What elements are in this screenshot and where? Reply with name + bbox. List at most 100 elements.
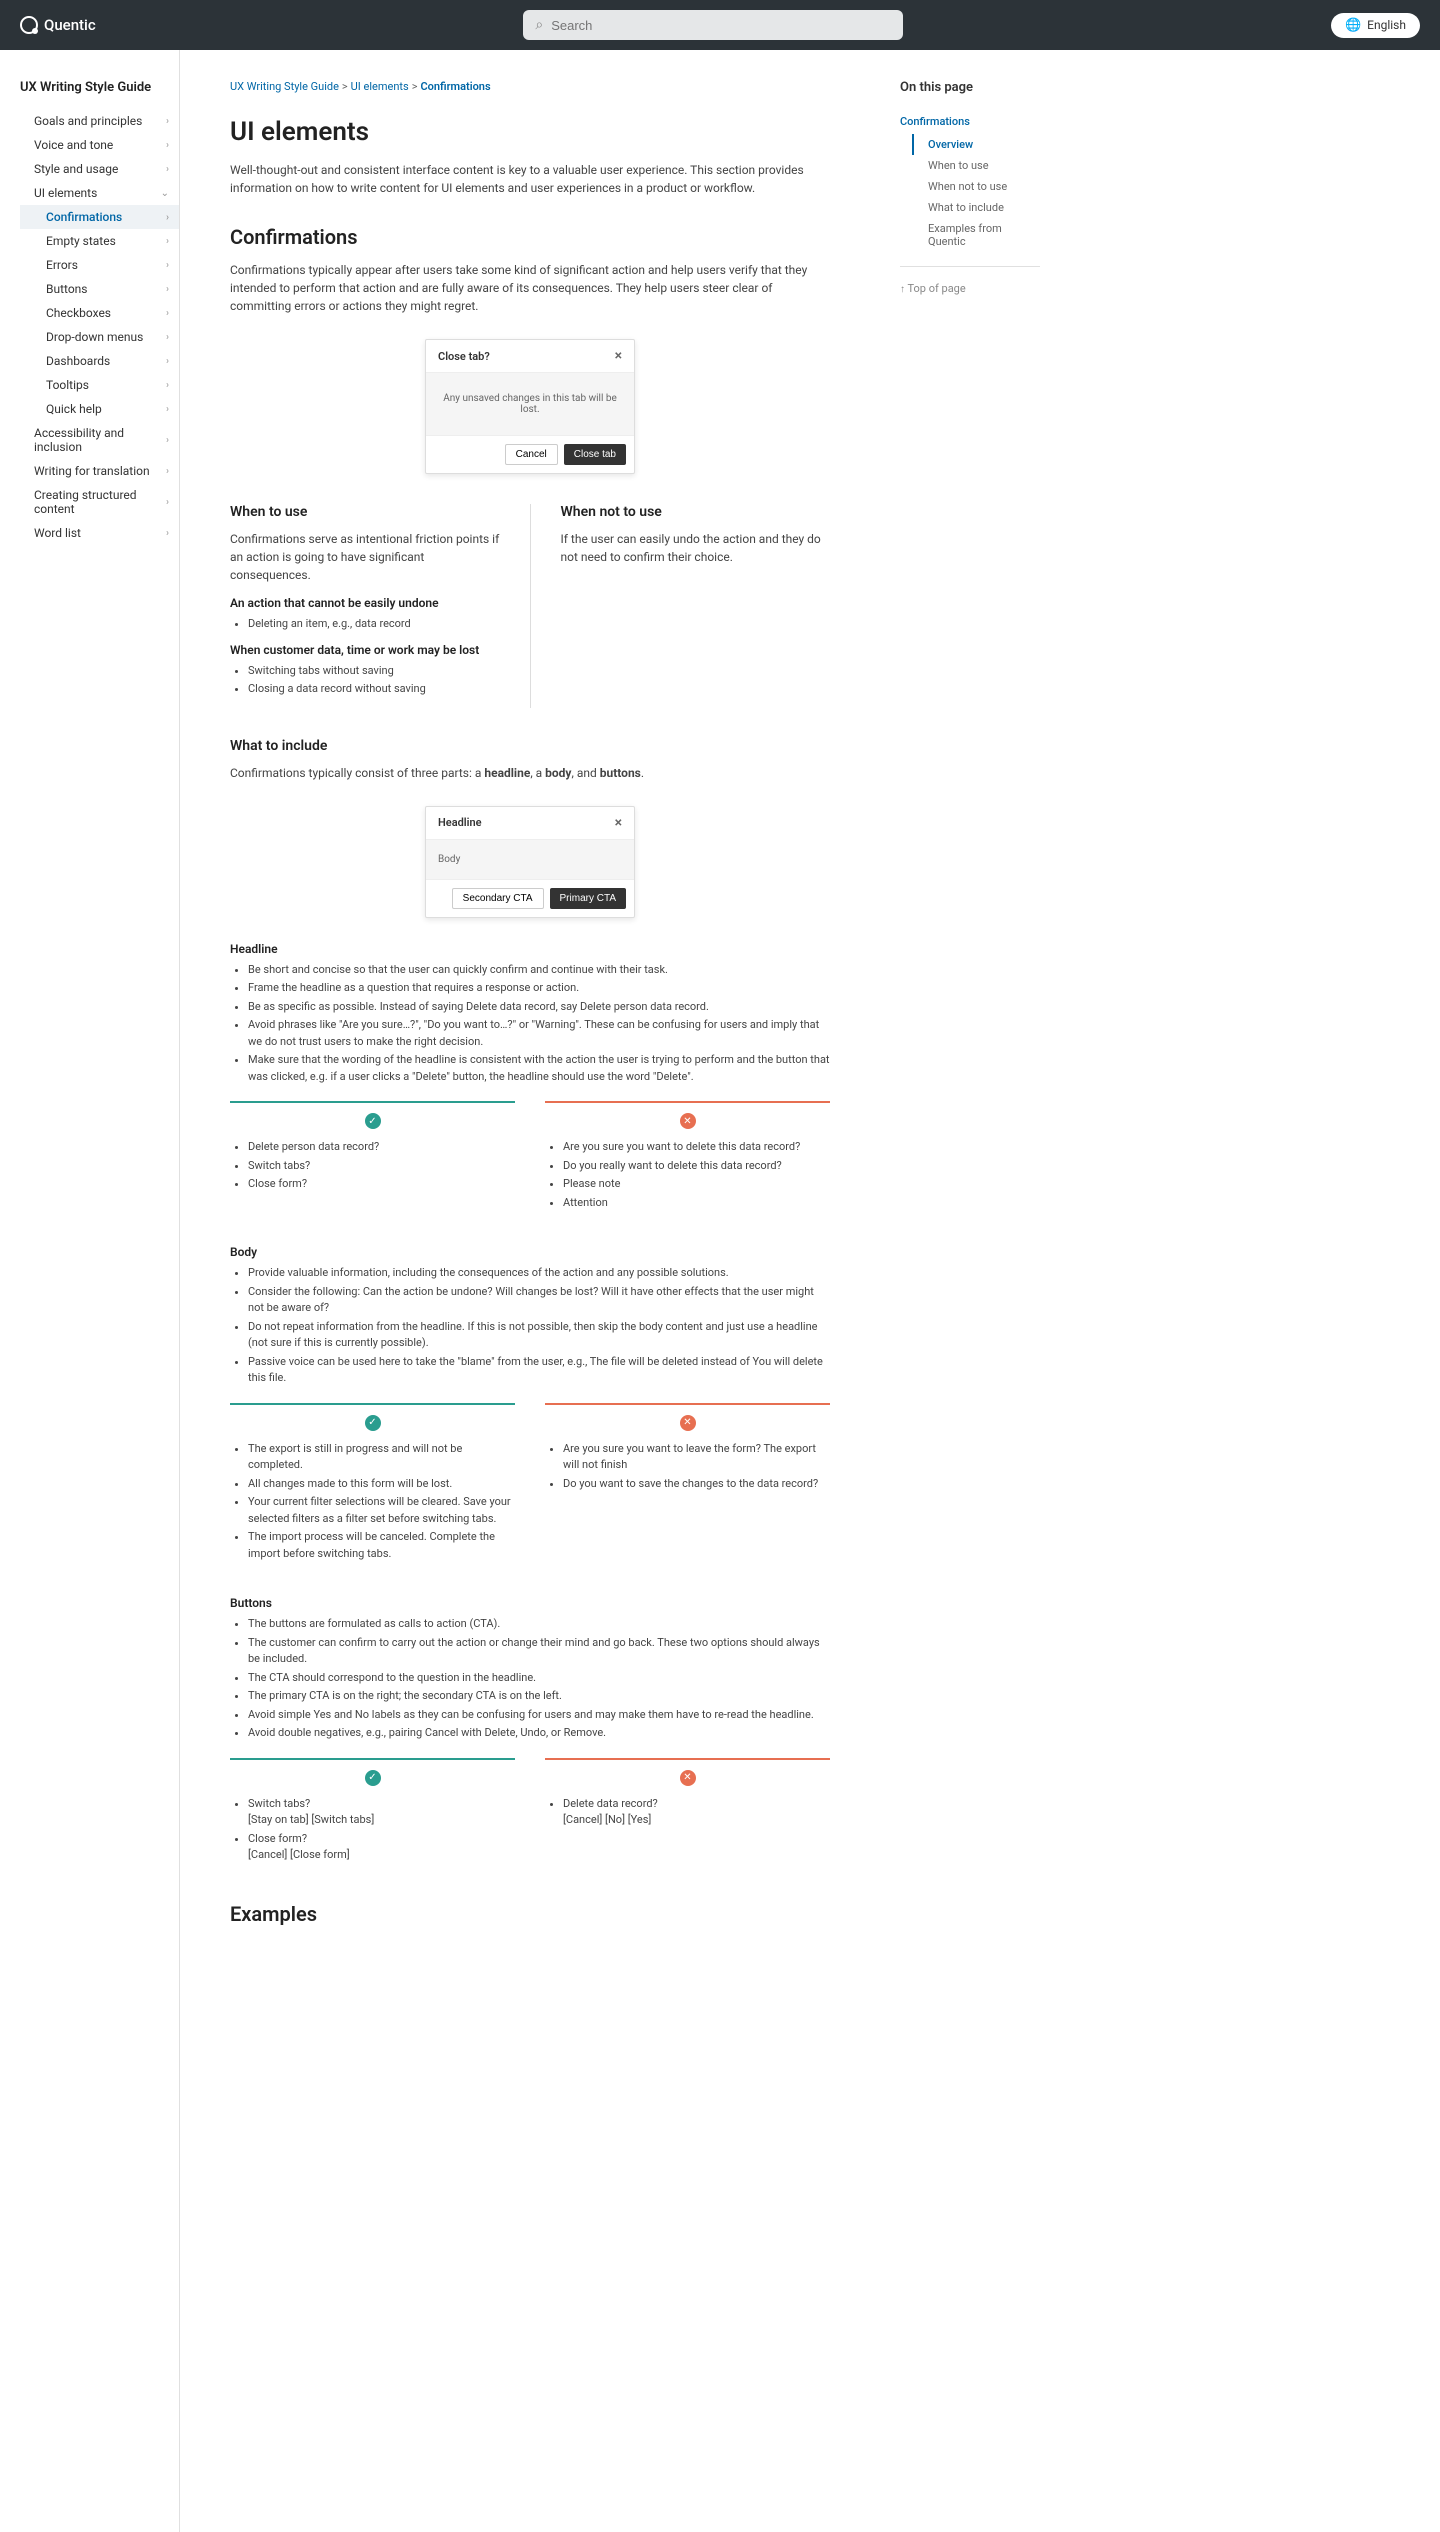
list-item: Your current filter selections will be c…: [248, 1494, 515, 1527]
list-item: Are you sure you want to leave the form?…: [563, 1441, 830, 1474]
primary-cta-button[interactable]: Primary CTA: [550, 888, 626, 909]
list-item: Switch tabs?[Stay on tab] [Switch tabs]: [248, 1796, 515, 1829]
breadcrumb-2[interactable]: UI elements: [351, 80, 409, 93]
close-icon[interactable]: ×: [615, 815, 622, 831]
list-item: Frame the headline as a question that re…: [248, 980, 830, 997]
dialog-example-2: Headline × Body Secondary CTA Primary CT…: [425, 806, 635, 918]
x-icon: ✕: [680, 1113, 696, 1129]
nav-item[interactable]: Accessibility and inclusion›: [20, 421, 179, 459]
list-item: Do you really want to delete this data r…: [563, 1158, 830, 1175]
close-icon[interactable]: ×: [615, 348, 622, 364]
x-icon: ✕: [680, 1770, 696, 1786]
do-box: ✓ Delete person data record? Switch tabs…: [230, 1101, 515, 1221]
toc-link[interactable]: When not to use: [914, 176, 1040, 197]
nav-item[interactable]: Dashboards›: [20, 349, 179, 373]
list-item: Delete person data record?: [248, 1139, 515, 1156]
nav-item[interactable]: Creating structured content›: [20, 483, 179, 521]
nav-item[interactable]: Quick help›: [20, 397, 179, 421]
chevron-right-icon: ›: [166, 404, 169, 415]
list-item: Avoid phrases like "Are you sure…?", "Do…: [248, 1017, 830, 1050]
buttons-section-title: Buttons: [230, 1596, 830, 1610]
list-item: Close form?[Cancel] [Close form]: [248, 1831, 515, 1864]
nav-item[interactable]: Voice and tone›: [20, 133, 179, 157]
chevron-right-icon: ›: [166, 308, 169, 319]
nav-item[interactable]: UI elements⌄: [20, 181, 179, 205]
list-item: The customer can confirm to carry out th…: [248, 1635, 830, 1668]
list-item: Please note: [563, 1176, 830, 1193]
language-button[interactable]: 🌐 English: [1331, 13, 1420, 38]
list-item: Attention: [563, 1195, 830, 1212]
toc-title: On this page: [900, 80, 1040, 95]
logo[interactable]: Quentic: [20, 16, 96, 34]
what-include-title: What to include: [230, 738, 830, 754]
close-tab-button[interactable]: Close tab: [564, 444, 626, 465]
list-item: Closing a data record without saving: [248, 681, 500, 698]
nav-item[interactable]: Word list›: [20, 521, 179, 545]
what-include-text: Confirmations typically consist of three…: [230, 764, 830, 782]
list-item: Are you sure you want to delete this dat…: [563, 1139, 830, 1156]
list-item: The buttons are formulated as calls to a…: [248, 1616, 830, 1633]
list-item: The primary CTA is on the right; the sec…: [248, 1688, 830, 1705]
breadcrumb-1[interactable]: UX Writing Style Guide: [230, 80, 339, 93]
chevron-right-icon: ›: [166, 260, 169, 271]
dont-box: ✕ Are you sure you want to leave the for…: [545, 1403, 830, 1573]
headline-section-title: Headline: [230, 942, 830, 956]
search-box[interactable]: ⌕: [523, 10, 903, 40]
check-icon: ✓: [365, 1113, 381, 1129]
chevron-right-icon: ›: [166, 356, 169, 367]
when-not-title: When not to use: [561, 504, 831, 520]
dialog-title: Close tab?: [438, 350, 490, 363]
main-content: UX Writing Style Guide>UI elements>Confi…: [180, 50, 880, 2532]
nav-item[interactable]: Empty states›: [20, 229, 179, 253]
chevron-right-icon: ›: [166, 528, 169, 539]
nav-item[interactable]: Confirmations›: [20, 205, 179, 229]
check-icon: ✓: [365, 1415, 381, 1431]
language-label: English: [1367, 18, 1406, 32]
chevron-right-icon: ›: [166, 212, 169, 223]
list-item: Delete data record?[Cancel] [No] [Yes]: [563, 1796, 830, 1829]
chevron-right-icon: ›: [166, 435, 169, 446]
list-item: Close form?: [248, 1176, 515, 1193]
list-item: Deleting an item, e.g., data record: [248, 616, 500, 633]
nav-item[interactable]: Style and usage›: [20, 157, 179, 181]
when-to-use-title: When to use: [230, 504, 500, 520]
list-item: The CTA should correspond to the questio…: [248, 1670, 830, 1687]
x-icon: ✕: [680, 1415, 696, 1431]
dont-box: ✕ Delete data record?[Cancel] [No] [Yes]: [545, 1758, 830, 1874]
chevron-right-icon: ›: [166, 497, 169, 508]
nav-item[interactable]: Checkboxes›: [20, 301, 179, 325]
chevron-right-icon: ›: [166, 466, 169, 477]
nav-item[interactable]: Tooltips›: [20, 373, 179, 397]
check-icon: ✓: [365, 1770, 381, 1786]
dialog-example-1: Close tab? × Any unsaved changes in this…: [425, 339, 635, 474]
chevron-right-icon: ›: [166, 164, 169, 175]
nav-item[interactable]: Buttons›: [20, 277, 179, 301]
list-item: Be short and concise so that the user ca…: [248, 962, 830, 979]
confirmations-intro: Confirmations typically appear after use…: [230, 261, 830, 315]
nav-item[interactable]: Writing for translation›: [20, 459, 179, 483]
toc-link[interactable]: When to use: [914, 155, 1040, 176]
dont-box: ✕ Are you sure you want to delete this d…: [545, 1101, 830, 1221]
list-item: Do you want to save the changes to the d…: [563, 1476, 830, 1493]
nav-item[interactable]: Errors›: [20, 253, 179, 277]
cancel-button[interactable]: Cancel: [505, 444, 558, 465]
list-item: All changes made to this form will be lo…: [248, 1476, 515, 1493]
top-of-page-link[interactable]: Top of page: [900, 282, 966, 295]
body-section-title: Body: [230, 1245, 830, 1259]
toc-link[interactable]: Examples from Quentic: [914, 218, 1040, 252]
toc-section[interactable]: Confirmations: [900, 111, 1040, 132]
chevron-right-icon: ›: [166, 236, 169, 247]
list-item: Passive voice can be used here to take t…: [248, 1354, 830, 1387]
list-item: Do not repeat information from the headl…: [248, 1319, 830, 1352]
nav-item[interactable]: Goals and principles›: [20, 109, 179, 133]
chevron-right-icon: ›: [166, 332, 169, 343]
search-input[interactable]: [551, 18, 891, 33]
list-item: Consider the following: Can the action b…: [248, 1284, 830, 1317]
toc-link[interactable]: Overview: [912, 134, 1040, 155]
sidebar: UX Writing Style Guide Goals and princip…: [0, 50, 180, 2532]
logo-icon: [20, 16, 38, 34]
secondary-cta-button[interactable]: Secondary CTA: [452, 888, 544, 909]
nav-item[interactable]: Drop-down menus›: [20, 325, 179, 349]
toc-link[interactable]: What to include: [914, 197, 1040, 218]
chevron-right-icon: ›: [166, 140, 169, 151]
